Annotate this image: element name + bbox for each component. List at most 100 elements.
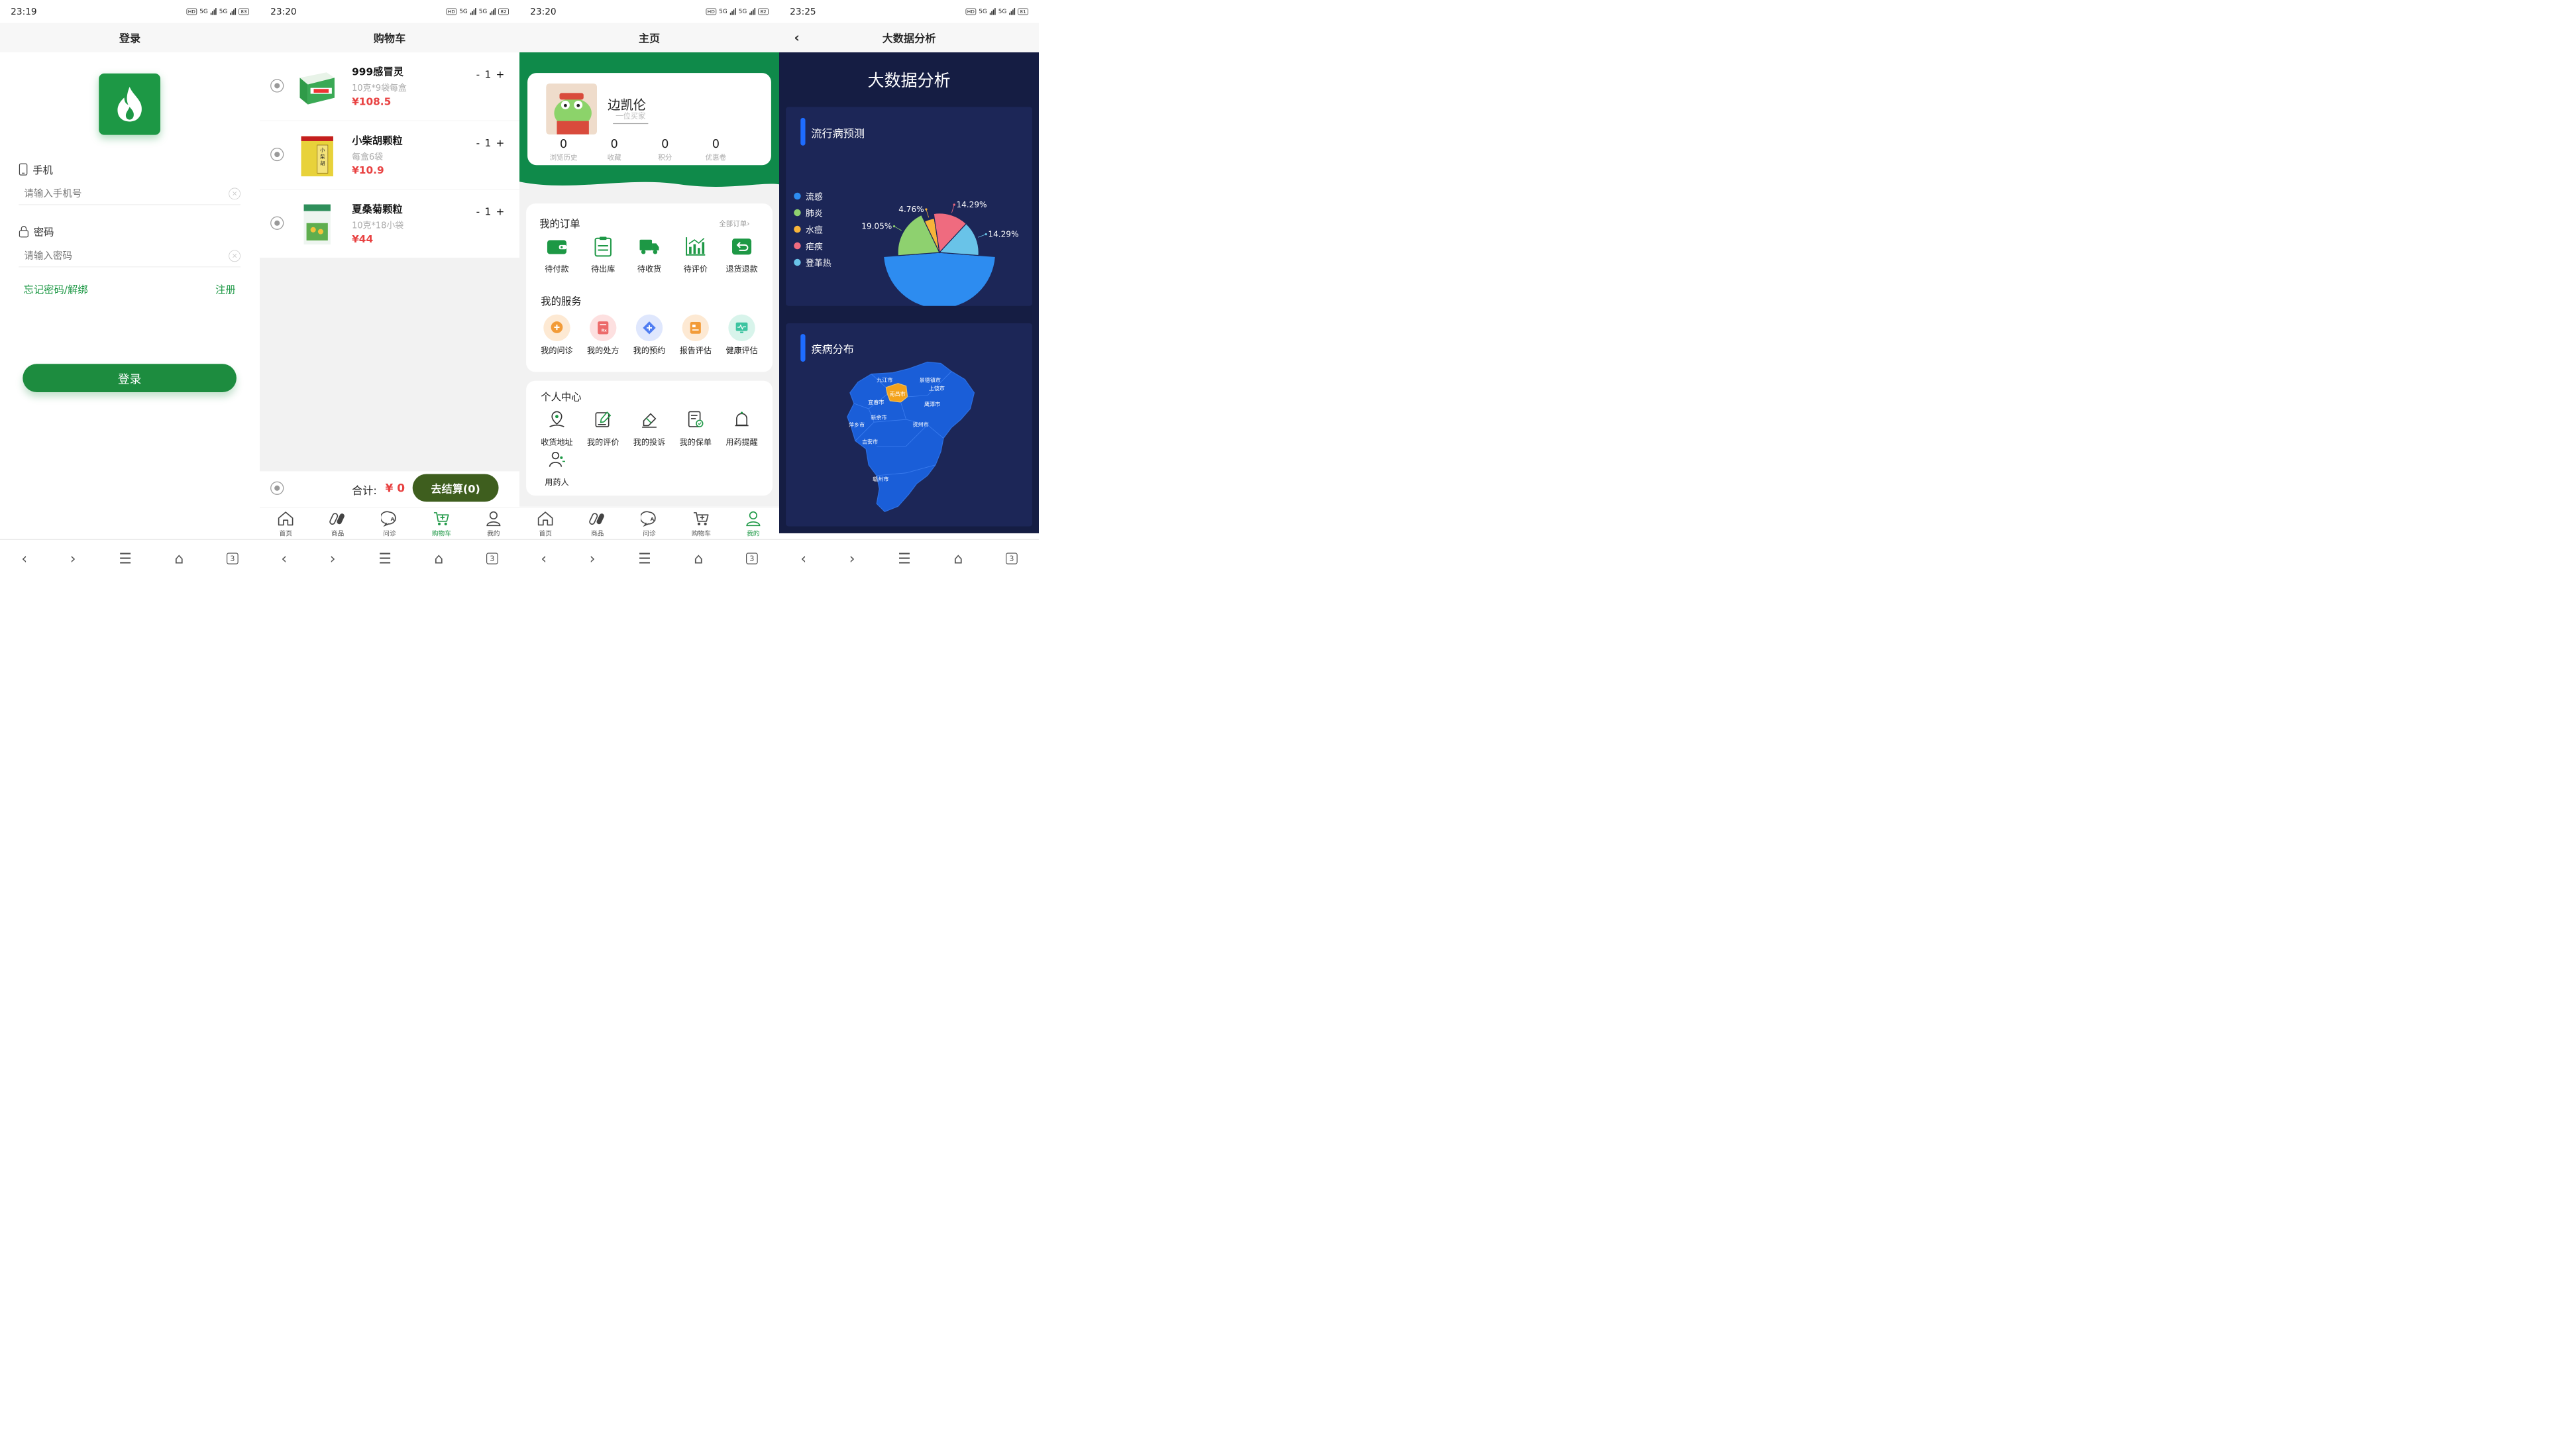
tab-me[interactable]: 我的 bbox=[733, 510, 773, 537]
back-nav-icon[interactable]: ‹ bbox=[281, 550, 287, 566]
minus-button[interactable]: - bbox=[476, 206, 480, 218]
tabs-icon[interactable]: 3 bbox=[745, 553, 758, 564]
tab-label: 我的 bbox=[747, 529, 760, 537]
item-radio[interactable] bbox=[270, 148, 284, 162]
personal-med-reminder[interactable]: 用药提醒 bbox=[722, 406, 761, 447]
service-label: 我的处方 bbox=[587, 346, 619, 356]
minus-button[interactable]: - bbox=[476, 137, 480, 149]
tabs-icon[interactable]: 3 bbox=[226, 553, 239, 564]
order-pending-receive[interactable]: 待收货 bbox=[629, 233, 669, 274]
forward-nav-icon[interactable]: › bbox=[590, 550, 596, 566]
personal-complaints[interactable]: 我的投诉 bbox=[629, 406, 669, 447]
stat-points[interactable]: 0 积分 bbox=[647, 137, 684, 162]
service-report[interactable]: 报告评估 bbox=[676, 314, 716, 356]
order-refund[interactable]: 退货退款 bbox=[722, 233, 761, 274]
pie-data-label-4: 14.29% bbox=[988, 230, 1018, 239]
password-input[interactable] bbox=[19, 250, 212, 262]
checkout-button[interactable]: 去结算(0) bbox=[412, 474, 499, 502]
svg-text:AI: AI bbox=[391, 516, 397, 522]
pie-slice-0[interactable] bbox=[883, 252, 996, 306]
tab-cart[interactable]: 购物车 bbox=[421, 510, 461, 537]
home-nav-icon[interactable]: ⌂ bbox=[434, 550, 443, 566]
service-consult[interactable]: 我的问诊 bbox=[537, 314, 576, 356]
cart-icon bbox=[694, 511, 709, 525]
tab-home[interactable]: 首页 bbox=[525, 510, 565, 537]
quantity-stepper[interactable]: - 1 + bbox=[476, 206, 505, 218]
tab-consult[interactable]: AI 问诊 bbox=[370, 510, 409, 537]
tab-products[interactable]: 商品 bbox=[577, 510, 617, 537]
select-all-radio[interactable] bbox=[270, 481, 284, 495]
forward-nav-icon[interactable]: › bbox=[849, 550, 855, 566]
system-nav-bar: ‹ › ☰ ⌂ 3 bbox=[259, 539, 519, 578]
minus-button[interactable]: - bbox=[476, 68, 480, 80]
legend-item[interactable]: 水痘 bbox=[794, 221, 831, 238]
menu-icon[interactable]: ☰ bbox=[638, 550, 651, 566]
home-nav-icon[interactable]: ⌂ bbox=[694, 550, 703, 566]
password-field[interactable]: × bbox=[19, 245, 241, 268]
jiangxi-map[interactable]: 九江市 景德镇市 南昌市 上饶市 宜春市 鹰潭市 新余市 萍乡市 抚州市 吉安市… bbox=[839, 358, 984, 518]
stat-favorites[interactable]: 0 收藏 bbox=[596, 137, 633, 162]
all-orders-link[interactable]: 全部订单› bbox=[719, 218, 749, 228]
register-link[interactable]: 注册 bbox=[215, 282, 236, 296]
stat-history[interactable]: 0 浏览历史 bbox=[545, 137, 582, 162]
item-radio[interactable] bbox=[270, 216, 284, 230]
tab-cart[interactable]: 购物车 bbox=[681, 510, 721, 537]
tab-consult[interactable]: AI 问诊 bbox=[629, 510, 669, 537]
cart-item[interactable]: 夏桑菊颗粒 10克*18小袋 ¥44 - 1 + bbox=[259, 189, 519, 258]
cart-item[interactable]: 999感冒灵 10克*9袋每盒 ¥108.5 - 1 + bbox=[259, 52, 519, 121]
menu-icon[interactable]: ☰ bbox=[119, 550, 132, 566]
service-health[interactable]: 健康评估 bbox=[722, 314, 761, 356]
tabs-icon[interactable]: 3 bbox=[1005, 553, 1018, 564]
login-button[interactable]: 登录 bbox=[23, 364, 237, 393]
forward-nav-icon[interactable]: › bbox=[330, 550, 336, 566]
net-label: 5G bbox=[199, 8, 208, 15]
back-nav-icon[interactable]: ‹ bbox=[800, 550, 806, 566]
tab-me[interactable]: 我的 bbox=[474, 510, 513, 537]
legend-dot bbox=[794, 242, 801, 250]
phone-input[interactable] bbox=[19, 187, 212, 200]
cart-item[interactable]: 小 柴 胡 小柴胡颗粒 每盒6袋 ¥10.9 - 1 + bbox=[259, 121, 519, 190]
legend-item[interactable]: 肺炎 bbox=[794, 205, 831, 221]
clear-icon[interactable]: × bbox=[229, 250, 241, 262]
tabs-icon[interactable]: 3 bbox=[486, 553, 498, 564]
menu-icon[interactable]: ☰ bbox=[898, 550, 911, 566]
service-appointment[interactable]: 我的预约 bbox=[629, 314, 669, 356]
plus-button[interactable]: + bbox=[496, 137, 504, 149]
order-pending-ship[interactable]: 待出库 bbox=[583, 233, 623, 274]
quantity-stepper[interactable]: - 1 + bbox=[476, 137, 505, 149]
plus-button[interactable]: + bbox=[496, 206, 504, 218]
signal-icon bbox=[1009, 8, 1016, 15]
phone-label-text: 手机 bbox=[32, 164, 53, 176]
avatar[interactable] bbox=[546, 83, 597, 134]
legend-item[interactable]: 疟疾 bbox=[794, 238, 831, 254]
stat-label: 积分 bbox=[658, 153, 672, 162]
forgot-password-link[interactable]: 忘记密码/解绑 bbox=[23, 282, 87, 296]
personal-patient[interactable]: 用药人 bbox=[537, 446, 576, 487]
back-nav-icon[interactable]: ‹ bbox=[21, 550, 27, 566]
order-pending-review[interactable]: 待评价 bbox=[676, 233, 716, 274]
tab-home[interactable]: 首页 bbox=[266, 510, 305, 537]
legend-item[interactable]: 流感 bbox=[794, 188, 831, 205]
item-radio[interactable] bbox=[270, 79, 284, 93]
personal-address[interactable]: 收货地址 bbox=[537, 406, 576, 447]
home-nav-icon[interactable]: ⌂ bbox=[953, 550, 963, 566]
forward-nav-icon[interactable]: › bbox=[70, 550, 76, 566]
personal-policy[interactable]: 我的保单 bbox=[676, 406, 716, 447]
tab-products[interactable]: 商品 bbox=[317, 510, 357, 537]
service-prescription[interactable]: Rx 我的处方 bbox=[583, 314, 623, 356]
legend-item[interactable]: 登革热 bbox=[794, 254, 832, 271]
region-label: 景德镇市 bbox=[920, 377, 941, 384]
user-icon bbox=[486, 511, 501, 526]
phone-field[interactable]: × bbox=[19, 183, 241, 205]
back-nav-icon[interactable]: ‹ bbox=[541, 550, 547, 566]
stat-coupons[interactable]: 0 优惠卷 bbox=[697, 137, 734, 162]
plus-button[interactable]: + bbox=[496, 68, 504, 80]
order-pending-payment[interactable]: 待付款 bbox=[537, 233, 576, 274]
personal-reviews[interactable]: 我的评价 bbox=[583, 406, 623, 447]
stat-label: 优惠卷 bbox=[705, 153, 727, 162]
quantity-stepper[interactable]: - 1 + bbox=[476, 68, 505, 80]
clear-icon[interactable]: × bbox=[229, 187, 241, 200]
back-icon[interactable]: ‹ bbox=[789, 29, 805, 45]
home-nav-icon[interactable]: ⌂ bbox=[174, 550, 184, 566]
menu-icon[interactable]: ☰ bbox=[378, 550, 392, 566]
